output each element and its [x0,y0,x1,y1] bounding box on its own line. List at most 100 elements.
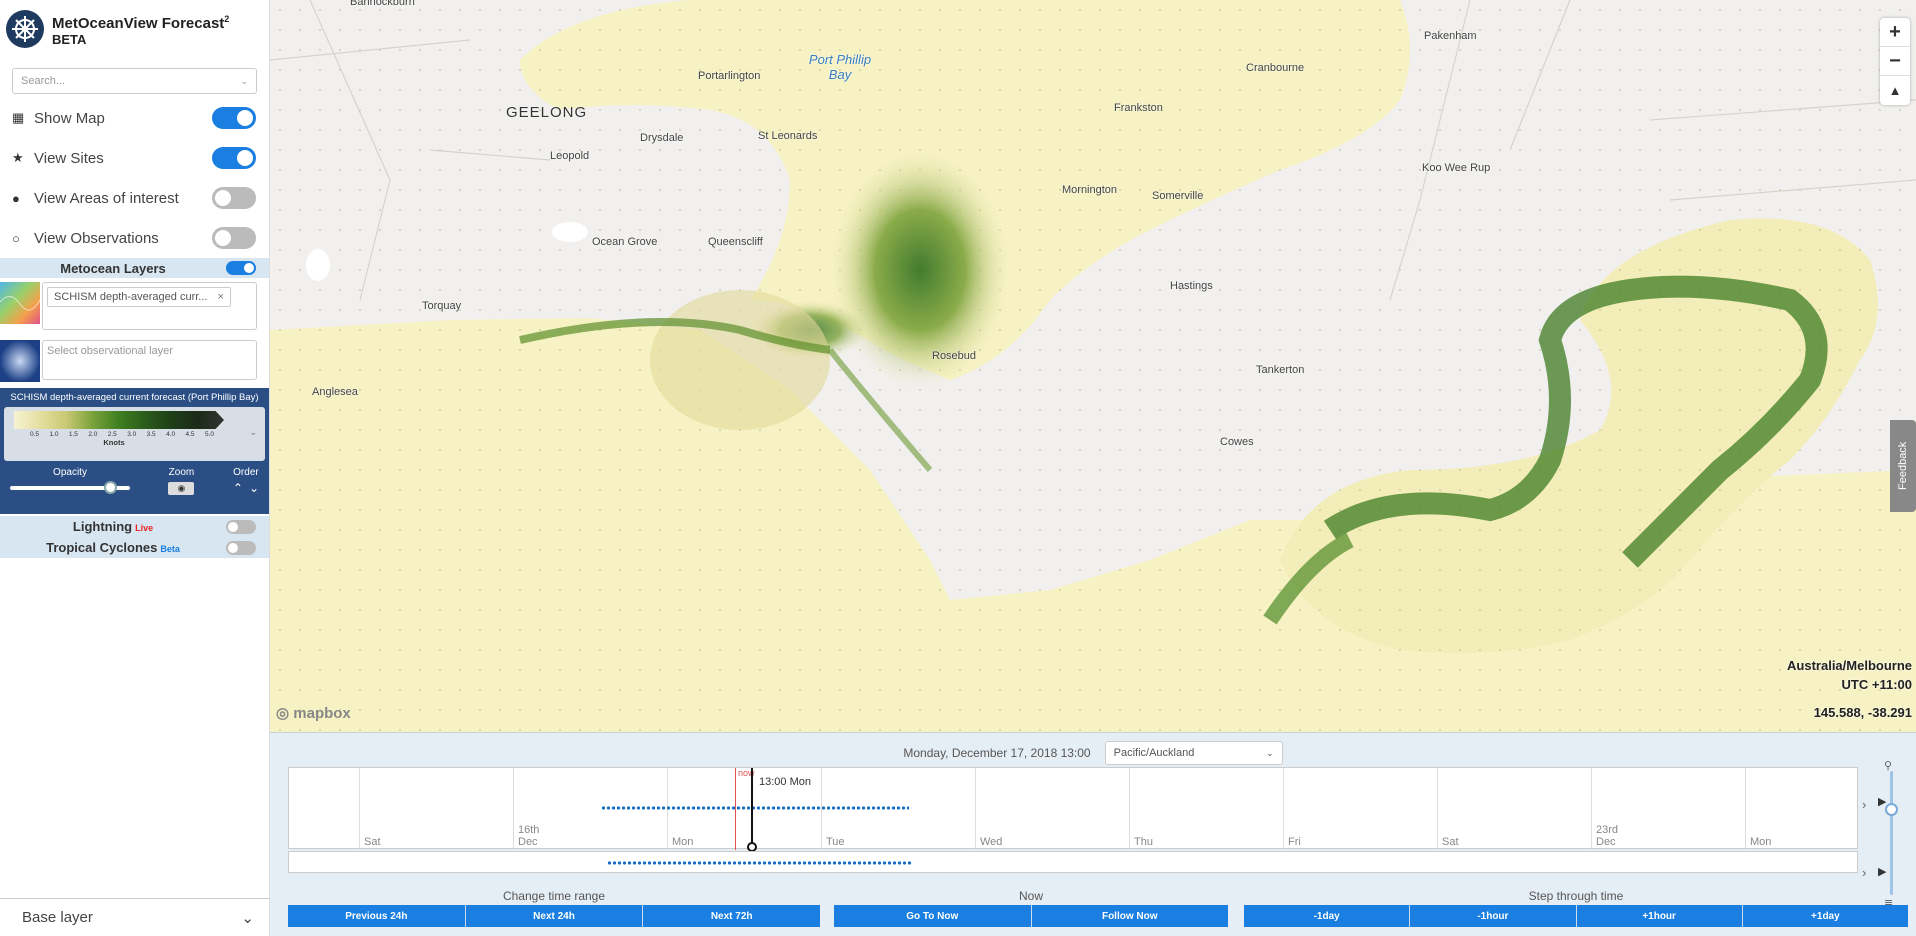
chevron-down-icon[interactable]: ⌄ [249,481,259,495]
feedback-button[interactable]: Feedback [1890,420,1916,512]
previous-24h-button[interactable]: Previous 24h [288,905,466,927]
minus-1hour-button[interactable]: -1hour [1410,905,1577,927]
metocean-layers-header: Metocean Layers [0,258,269,278]
place-label: Queenscliff [708,236,763,248]
chevron-down-icon: ⌄ [240,75,248,86]
legend-tick: 0.5 [30,431,40,438]
observation-layer-thumbnail [0,340,40,382]
grid-icon: ▦ [12,110,25,125]
place-label: Drysdale [640,132,684,144]
place-label: Koo Wee Rup [1422,162,1491,174]
map-canvas[interactable]: Bannockburn GEELONG Portarlington Drysda… [270,0,1916,732]
mapbox-logo[interactable]: ◎ mapbox [276,704,351,722]
chevron-right-icon[interactable]: › [1862,865,1866,880]
opacity-slider[interactable] [10,481,130,494]
map-timezone: Australia/Melbourne UTC +11:00 [1787,656,1912,694]
timeline-day: Sat [1437,768,1459,850]
search-input[interactable]: Search... ⌄ [12,68,257,94]
bay-label: Port Phillip Bay [808,52,872,82]
zoom-control: Zoom ◉ [168,467,195,495]
next-72h-button[interactable]: Next 72h [643,905,821,927]
place-label: Ocean Grove [592,236,658,248]
timezone-select[interactable]: Pacific/Auckland ⌄ [1104,741,1283,765]
forecast-layer-chip[interactable]: SCHISM depth-averaged curr... × [47,287,231,307]
place-label: Mornington [1062,184,1118,196]
legend-box: 0.5 1.0 1.5 2.0 2.5 3.0 3.5 4.0 4.5 5.0 … [4,407,265,461]
toggle-label: View Observations [34,229,159,247]
legend-tick: 3.5 [146,431,156,438]
chevron-down-icon[interactable]: ⌄ [249,427,257,438]
timeline-zoom-thumb[interactable] [1885,803,1898,816]
timeline-day: Fri [1283,768,1301,850]
go-to-now-button[interactable]: Go To Now [834,905,1032,927]
map-pin-icon: ◉ [177,483,186,493]
toggle-show-map: ▦ Show Map [0,98,269,138]
beta-badge: Beta [160,544,180,554]
place-label: Cranbourne [1246,62,1305,74]
current-time-cursor[interactable] [751,768,753,850]
overview-availability [607,861,913,865]
lightning-switch[interactable] [226,519,256,534]
observation-layer-placeholder: Select observational layer [47,345,173,357]
timeline-track[interactable]: Sat 16th Dec Mon Tue Wed Thu Fri Sat 23r… [288,767,1858,852]
view-observations-switch[interactable] [212,227,256,249]
minus-1day-button[interactable]: -1day [1244,905,1411,927]
place-label: Somerville [1152,190,1204,202]
place-label: Hastings [1170,280,1213,292]
legend-tick: 4.0 [166,431,176,438]
chevron-up-icon[interactable]: ⌃ [233,481,243,495]
toggle-view-observations: ○ View Observations [0,218,269,258]
compass-button[interactable]: ▲ [1880,76,1910,105]
forecast-layer-select[interactable]: SCHISM depth-averaged curr... × [42,282,257,330]
change-range-group: Previous 24h Next 24h Next 72h [288,905,821,927]
opacity-slider-thumb[interactable] [103,481,117,494]
legend-title: SCHISM depth-averaged current forecast (… [10,392,259,403]
zoom-out-button[interactable]: − [1880,47,1910,76]
cursor-coordinates: 145.588, -38.291 [1813,705,1912,720]
app-beta-badge: BETA [52,31,87,47]
view-sites-switch[interactable] [212,147,256,169]
order-control: Order ⌃ ⌄ [233,467,259,495]
timeline-day: Sat [359,768,381,850]
ship-wheel-icon[interactable] [6,10,44,48]
zoom-to-layer-button[interactable]: ◉ [168,482,195,495]
place-label: Torquay [422,300,462,312]
close-icon[interactable]: × [217,291,223,303]
observation-layer-select[interactable]: Select observational layer [42,340,257,380]
now-marker [735,768,736,850]
place-label: Rosebud [932,350,977,362]
cyclones-label: Tropical Cyclones [46,540,158,555]
step-group: -1day -1hour +1hour +1day [1244,905,1908,927]
next-24h-button[interactable]: Next 24h [465,905,644,927]
opacity-control: Opacity [10,467,130,495]
legend-tick: 4.5 [185,431,195,438]
timeline-overview[interactable] [288,851,1858,873]
show-map-switch[interactable] [212,107,256,129]
metocean-layers-switch[interactable] [226,261,256,275]
place-label: Leopold [550,150,590,162]
forecast-availability [601,806,909,810]
pin-icon[interactable]: ⚲ [1884,759,1892,772]
plus-1hour-button[interactable]: +1hour [1576,905,1743,927]
view-areas-switch[interactable] [212,187,256,209]
toggle-label: Show Map [34,109,105,127]
cyclones-switch[interactable] [226,540,256,555]
change-range-title: Change time range [502,889,606,903]
follow-now-button[interactable]: Follow Now [1031,905,1228,927]
forecast-layer-row: SCHISM depth-averaged curr... × [0,278,269,336]
step-title: Step through time [1528,889,1624,903]
chevron-right-icon[interactable]: › [1862,797,1866,812]
star-icon: ★ [12,150,24,165]
base-layer-select[interactable]: Base layer ⌄ [0,898,270,936]
zoom-in-button[interactable]: + [1880,18,1910,47]
mapbox-icon: ◎ [276,705,290,722]
live-badge: Live [135,523,154,533]
plus-1day-button[interactable]: +1day [1742,905,1908,927]
timeline-day: Thu [1129,768,1153,850]
now-group: Go To Now Follow Now [834,905,1228,927]
legend-unit: Knots [103,438,125,447]
legend-tick: 5.0 [204,431,214,438]
place-label: Cowes [1220,436,1254,448]
legend-panel: SCHISM depth-averaged current forecast (… [0,388,269,514]
now-title: Now [1018,889,1043,903]
